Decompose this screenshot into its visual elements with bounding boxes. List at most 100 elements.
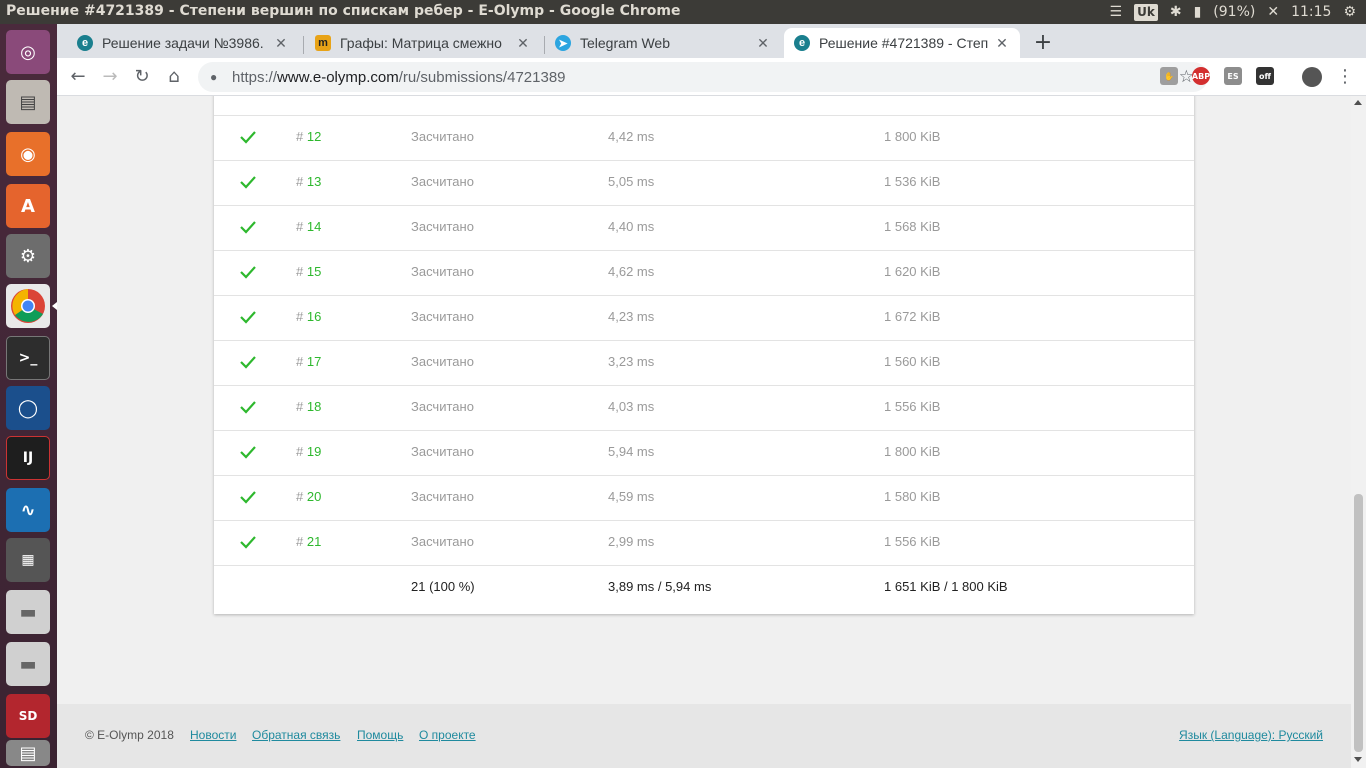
drive-icon[interactable]: ▬ xyxy=(6,590,50,634)
test-time: 4,42 ms xyxy=(608,129,655,144)
home-button[interactable]: ⌂ xyxy=(162,65,186,89)
test-number: # 21 xyxy=(296,534,322,549)
system-settings-icon[interactable]: ⚙ xyxy=(6,234,50,278)
scroll-up-arrow-icon[interactable] xyxy=(1354,100,1362,105)
check-icon xyxy=(240,311,256,324)
trash-icon[interactable]: ▤ xyxy=(6,740,50,766)
test-number-link[interactable]: 16 xyxy=(307,309,321,324)
back-button[interactable]: ← xyxy=(66,65,90,89)
check-icon xyxy=(240,176,256,189)
extension-off-icon[interactable]: off xyxy=(1256,67,1274,85)
test-status: Засчитано xyxy=(411,534,474,549)
test-number: # 19 xyxy=(296,444,322,459)
page-footer: © E-Olymp 2018 Новости Обратная связь По… xyxy=(57,704,1351,768)
reload-button[interactable]: ↻ xyxy=(130,65,154,89)
intellij-idea-icon[interactable]: IJ xyxy=(6,436,50,480)
clock[interactable]: 11:15 xyxy=(1291,4,1331,20)
test-status: Засчитано xyxy=(411,489,474,504)
firefox-icon[interactable]: ◉ xyxy=(6,132,50,176)
test-number: # 12 xyxy=(296,129,322,144)
test-time: 2,99 ms xyxy=(608,534,655,549)
mathprofi-icon: m xyxy=(315,35,331,51)
tab-close-icon[interactable]: ✕ xyxy=(755,35,771,52)
test-number-link[interactable]: 19 xyxy=(307,444,321,459)
extension-icon[interactable]: ✋ xyxy=(1160,67,1178,85)
wifi-icon[interactable]: ☰ xyxy=(1110,4,1123,20)
test-status: Засчитано xyxy=(411,309,474,324)
test-memory: 1 536 KiB xyxy=(884,174,941,189)
url-text[interactable]: https://www.e-olymp.com/ru/submissions/4… xyxy=(232,69,566,86)
test-number-link[interactable]: 13 xyxy=(307,174,321,189)
chrome-icon[interactable] xyxy=(6,284,50,328)
tab-close-icon[interactable]: ✕ xyxy=(515,35,531,52)
tab-close-icon[interactable]: ✕ xyxy=(273,35,289,52)
disk-utility-icon[interactable]: ◯ xyxy=(6,386,50,430)
test-number: # 20 xyxy=(296,489,322,504)
scrollbar-thumb[interactable] xyxy=(1354,494,1363,752)
test-time: 5,05 ms xyxy=(608,174,655,189)
test-number-link[interactable]: 15 xyxy=(307,264,321,279)
tab-graphs-matrix[interactable]: m Графы: Матрица смежно ✕ xyxy=(305,28,541,58)
window-title: Решение #4721389 - Степени вершин по спи… xyxy=(6,3,681,19)
extension-es-icon[interactable]: ES xyxy=(1224,67,1242,85)
ubuntu-dash-icon[interactable]: ◎ xyxy=(6,30,50,74)
terminal-icon[interactable]: >_ xyxy=(6,336,50,380)
battery-percent[interactable]: (91%) xyxy=(1213,4,1255,20)
table-row: # 12 Засчитано 4,42 ms 1 800 KiB xyxy=(214,115,1194,160)
adblock-icon[interactable]: ABP xyxy=(1192,67,1210,85)
table-row: # 17 Засчитано 3,23 ms 1 560 KiB xyxy=(214,340,1194,385)
test-status: Засчитано xyxy=(411,354,474,369)
table-row: # 16 Засчитано 4,23 ms 1 672 KiB xyxy=(214,295,1194,340)
bluetooth-icon[interactable]: ✱ xyxy=(1170,4,1182,20)
files-icon[interactable]: ▤ xyxy=(6,80,50,124)
system-monitor-icon[interactable]: ∿ xyxy=(6,488,50,532)
settings-gear-icon[interactable]: ⚙ xyxy=(1343,4,1356,20)
tab-separator xyxy=(303,36,304,54)
software-center-icon[interactable]: A xyxy=(6,184,50,228)
test-number: # 14 xyxy=(296,219,322,234)
footer-link-feedback[interactable]: Обратная связь xyxy=(252,728,340,742)
check-icon xyxy=(240,491,256,504)
tab-telegram-web[interactable]: ➤ Telegram Web ✕ xyxy=(545,28,781,58)
profile-avatar[interactable] xyxy=(1302,67,1322,87)
browser-toolbar: ← → ↻ ⌂ ● https://www.e-olymp.com/ru/sub… xyxy=(57,58,1366,96)
test-status: Засчитано xyxy=(411,219,474,234)
test-number: # 17 xyxy=(296,354,322,369)
address-bar[interactable]: ● https://www.e-olymp.com/ru/submissions… xyxy=(198,62,1208,92)
test-time: 4,40 ms xyxy=(608,219,655,234)
table-row: # 19 Засчитано 5,94 ms 1 800 KiB xyxy=(214,430,1194,475)
footer-language-selector[interactable]: Язык (Language): Русский xyxy=(1179,728,1323,742)
launcher: ◎ ▤ ◉ A ⚙ >_ ◯ IJ ∿ ▦ ▬ ▬ SD ▤ xyxy=(0,24,57,768)
battery-icon[interactable]: ▮ xyxy=(1194,4,1202,20)
new-tab-button[interactable]: + xyxy=(1029,30,1057,58)
sd-card-icon[interactable]: SD xyxy=(6,694,50,738)
test-number-link[interactable]: 14 xyxy=(307,219,321,234)
forward-button[interactable]: → xyxy=(98,65,122,89)
footer-link-news[interactable]: Новости xyxy=(190,728,236,742)
footer-link-help[interactable]: Помощь xyxy=(357,728,403,742)
test-memory: 1 800 KiB xyxy=(884,444,941,459)
test-number-link[interactable]: 21 xyxy=(307,534,321,549)
chrome-menu-icon[interactable]: ⋮ xyxy=(1333,65,1357,89)
test-number-link[interactable]: 20 xyxy=(307,489,321,504)
tab-solution-4721389[interactable]: e Решение #4721389 - Степ ✕ xyxy=(784,28,1020,58)
test-memory: 1 672 KiB xyxy=(884,309,941,324)
keyboard-layout-indicator[interactable]: Uk xyxy=(1134,3,1158,21)
workspace-switcher-icon[interactable]: ▦ xyxy=(6,538,50,582)
test-memory: 1 556 KiB xyxy=(884,534,941,549)
drive-icon[interactable]: ▬ xyxy=(6,642,50,686)
page-scrollbar[interactable] xyxy=(1351,96,1366,768)
check-icon xyxy=(240,266,256,279)
volume-muted-icon[interactable]: ✕ xyxy=(1267,4,1279,20)
system-top-bar: Решение #4721389 - Степени вершин по спи… xyxy=(0,0,1366,24)
lock-icon[interactable]: ● xyxy=(210,70,224,84)
tab-solution-3986[interactable]: e Решение задачи №3986. ✕ xyxy=(67,28,299,58)
test-number-link[interactable]: 18 xyxy=(307,399,321,414)
test-number-link[interactable]: 12 xyxy=(307,129,321,144)
tab-close-icon[interactable]: ✕ xyxy=(994,35,1010,52)
test-number-link[interactable]: 17 xyxy=(307,354,321,369)
e-olymp-icon: e xyxy=(77,35,93,51)
footer-link-about[interactable]: О проекте xyxy=(419,728,476,742)
test-time: 4,59 ms xyxy=(608,489,655,504)
scroll-down-arrow-icon[interactable] xyxy=(1354,757,1362,762)
